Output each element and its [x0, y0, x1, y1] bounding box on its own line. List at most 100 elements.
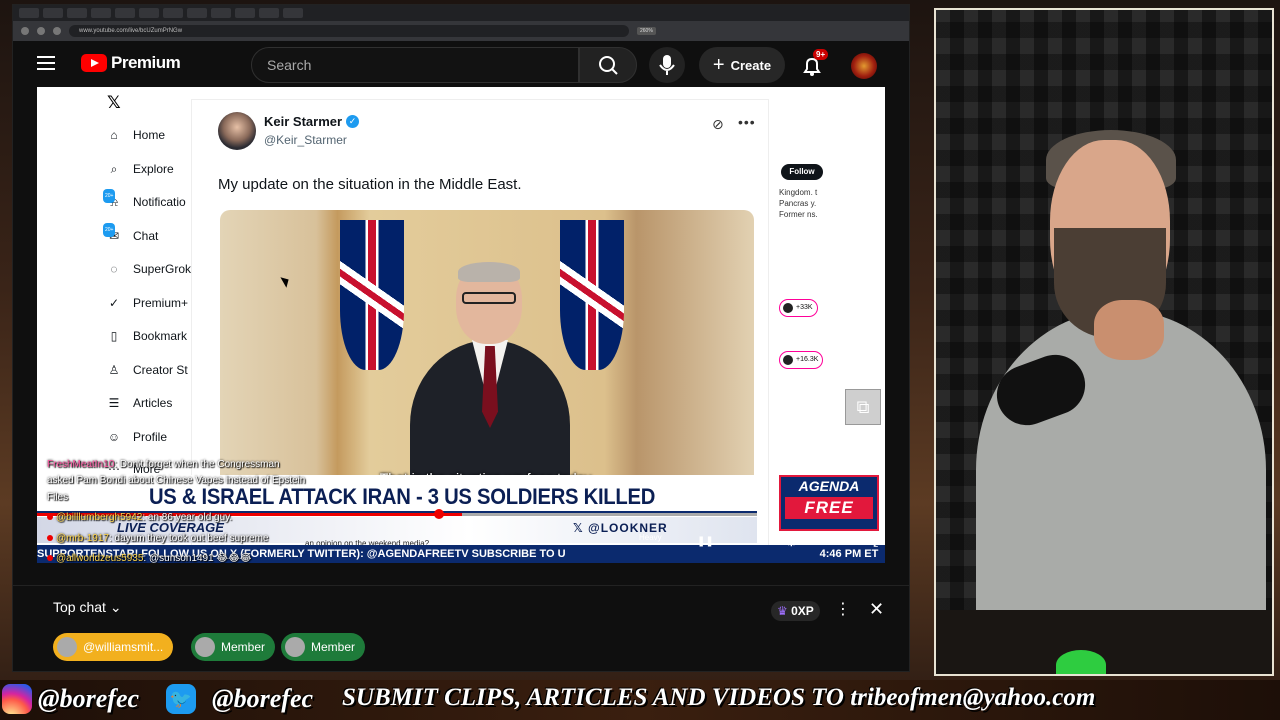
creator-icon: ♙: [108, 363, 120, 377]
x-nav-label: Chat: [133, 229, 159, 243]
browser-tab[interactable]: [67, 8, 87, 18]
live-dot-icon: [47, 555, 53, 561]
browser-window: www.youtube.com/live/bcUZumPrNGw 260% Pr…: [12, 4, 910, 672]
x-nav-supergrok[interactable]: ◌ SuperGrok: [107, 259, 191, 279]
search-icon: ⌕: [110, 162, 118, 176]
home-icon: ⌂: [110, 128, 118, 142]
x-logo-icon: 𝕏: [573, 521, 589, 535]
instagram-icon: [2, 684, 32, 714]
chat-member-chip[interactable]: Member: [191, 633, 276, 661]
pause-icon[interactable]: ❚❚: [697, 536, 714, 547]
browser-tab[interactable]: [115, 8, 135, 18]
engagement-pill[interactable]: +33K: [779, 299, 818, 317]
x-nav-explore[interactable]: ⌕ Explore: [107, 159, 174, 179]
search-icon: [599, 56, 618, 75]
webcam-feed: [934, 8, 1274, 676]
browser-tab[interactable]: [19, 8, 39, 18]
x-nav-chat[interactable]: ✉ 20+ Chat: [103, 223, 159, 246]
bell-icon: ⍾ 20+: [103, 189, 121, 209]
menu-icon[interactable]: [37, 56, 55, 70]
tweet-author-name[interactable]: Keir Starmer ✓: [264, 114, 360, 129]
green-toy: [1056, 650, 1106, 674]
x-nav-creator-studio[interactable]: ♙ Creator St: [107, 360, 188, 380]
browser-tab[interactable]: [139, 8, 159, 18]
back-icon[interactable]: [21, 27, 29, 35]
search-button[interactable]: [579, 47, 637, 83]
theater-mode-icon[interactable]: ▭: [829, 534, 840, 548]
youtube-logo[interactable]: Premium: [81, 53, 181, 73]
premium-icon: ✓: [108, 296, 120, 310]
chat-icon: ✉ 20+: [103, 223, 121, 243]
headline: US & ISRAEL ATTACK IRAN - 3 US SOLDIERS …: [148, 484, 656, 509]
zoom-level[interactable]: 260%: [637, 27, 656, 35]
browser-tab[interactable]: [91, 8, 111, 18]
x-nav-label: Explore: [133, 162, 174, 176]
profile-bio-snippet: Kingdom. t Pancras y. Former ns.: [779, 188, 818, 219]
xp-chip[interactable]: ♛ 0XP: [771, 601, 820, 621]
chat-overlay-line: FreshMeatIn10: Don't forget when the Con…: [47, 459, 280, 470]
top-chat-dropdown[interactable]: Top chat ⌄: [53, 599, 122, 616]
x-nav-articles[interactable]: ☰ Articles: [107, 393, 173, 413]
seek-handle[interactable]: [433, 509, 444, 519]
chat-member-chip[interactable]: Member: [281, 633, 366, 661]
create-button[interactable]: + Create: [699, 47, 785, 83]
x-nav-label: Home: [133, 128, 166, 142]
articles-icon: ☰: [108, 396, 120, 410]
logo-top-text: AGENDA: [798, 478, 860, 494]
url-field[interactable]: www.youtube.com/live/bcUZumPrNGw: [69, 25, 629, 37]
heavy-label: Heavy: [639, 533, 662, 542]
grok-icon[interactable]: ⊘: [712, 116, 724, 133]
browser-tab[interactable]: [259, 8, 279, 18]
youtube-header: Premium Search + Create 9+: [13, 41, 909, 91]
account-avatar[interactable]: [851, 53, 877, 79]
close-icon[interactable]: ✕: [869, 599, 884, 620]
grok-icon: ◌: [110, 262, 118, 276]
notification-count-badge: 20+: [103, 189, 116, 203]
reload-icon[interactable]: [53, 27, 61, 35]
browser-tab[interactable]: [211, 8, 231, 18]
voice-search-button[interactable]: [649, 47, 685, 83]
search-input[interactable]: Search: [251, 47, 579, 83]
follow-button[interactable]: Follow: [781, 164, 823, 180]
plus-icon: +: [712, 53, 725, 76]
browser-tab[interactable]: [235, 8, 255, 18]
chat-count-badge: 20+: [103, 223, 116, 237]
x-nav-notifications[interactable]: ⍾ 20+ Notificatio: [103, 189, 186, 212]
picture-in-picture-icon[interactable]: ⧉: [845, 389, 881, 425]
x-nav-home[interactable]: ⌂ Home: [107, 125, 165, 145]
x-nav-premium[interactable]: ✓ Premium+: [107, 293, 188, 313]
x-nav-bookmarks[interactable]: ▯ Bookmark: [107, 326, 187, 346]
youtube-brand: Premium: [111, 53, 181, 72]
x-logo-icon[interactable]: 𝕏: [107, 93, 121, 113]
settings-icon[interactable]: ⚙: [785, 533, 798, 550]
twitter-handle: @borefec: [212, 684, 314, 713]
browser-tab[interactable]: [163, 8, 183, 18]
author-name-text: Keir Starmer: [264, 114, 343, 129]
tweet-text: My update on the situation in the Middle…: [218, 176, 522, 193]
streamer-hand: [1094, 300, 1164, 360]
create-label: Create: [730, 57, 772, 73]
more-options-icon[interactable]: •••: [738, 114, 756, 130]
chat-menu-icon[interactable]: ⋮: [835, 599, 851, 619]
twitter-icon: 🐦: [166, 684, 196, 714]
tweet-author-avatar[interactable]: [218, 112, 256, 150]
engagement-pill[interactable]: +16.3K: [779, 351, 824, 369]
address-bar: www.youtube.com/live/bcUZumPrNGw 260%: [13, 21, 909, 41]
chat-member-chip[interactable]: @williamsmit...: [53, 633, 174, 661]
forward-icon[interactable]: [37, 27, 45, 35]
x-nav-label: Bookmark: [133, 329, 188, 343]
crown-icon: ♛: [777, 604, 792, 618]
x-nav-profile[interactable]: ☺ Profile: [107, 427, 167, 447]
tweet-video[interactable]: That is the situation we face today.: [220, 210, 754, 496]
browser-tab[interactable]: [187, 8, 207, 18]
tweet-author-handle[interactable]: @Keir_Starmer: [264, 133, 347, 147]
x-nav-label: Profile: [133, 430, 168, 444]
fullscreen-icon[interactable]: ⤢: [873, 533, 884, 550]
notification-badge: 9+: [813, 49, 829, 60]
live-dot-icon: [47, 535, 53, 541]
browser-tab[interactable]: [43, 8, 63, 18]
browser-tab[interactable]: [283, 8, 303, 18]
video-player[interactable]: 𝕏 ⌂ Home ⌕ Explore ⍾ 20+ Notificatio ✉ 20+ Cha…: [37, 87, 885, 563]
chat-overlay-line: @billlumbergh5942: an 86 year old guy.: [47, 512, 232, 523]
x-nav-label: SuperGrok: [133, 262, 192, 276]
